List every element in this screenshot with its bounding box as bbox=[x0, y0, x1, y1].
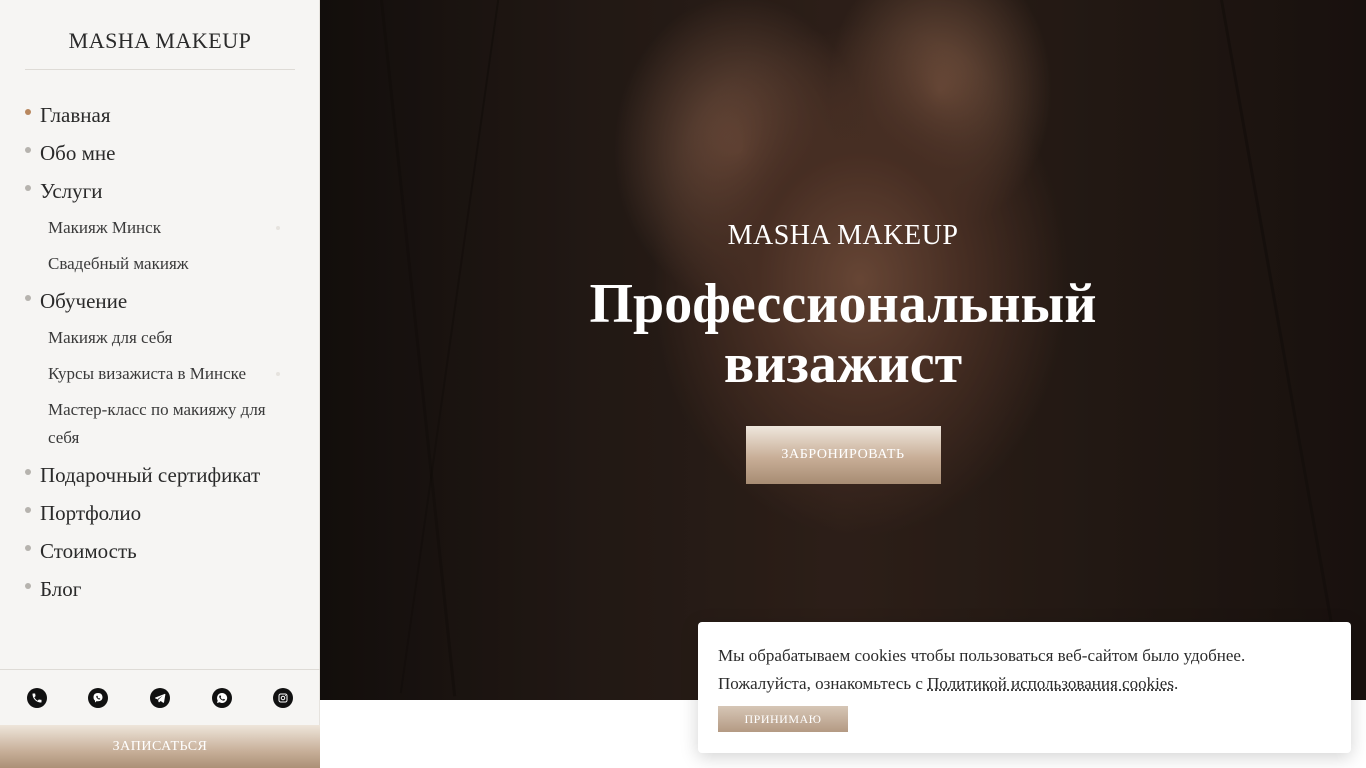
nav-item-label: Блог bbox=[40, 577, 82, 601]
hero-content: MASHA MAKEUP Профессиональный визажист З… bbox=[320, 218, 1366, 484]
bullet-icon bbox=[25, 507, 31, 513]
bullet-icon bbox=[25, 583, 31, 589]
subnav-item-makeup-minsk[interactable]: Макияж Минск bbox=[0, 210, 320, 246]
nav-item-label: Стоимость bbox=[40, 539, 137, 563]
nav-item-blog[interactable]: Блог bbox=[0, 570, 320, 608]
sidebar-nav: Главная Обо мне Услуги Макияж Минск Свад… bbox=[0, 96, 320, 608]
subnav-item-makeup-courses[interactable]: Курсы визажиста в Минске bbox=[0, 356, 320, 392]
accept-cookies-button[interactable]: ПРИНИМАЮ bbox=[718, 706, 848, 732]
nav-item-about[interactable]: Обо мне bbox=[0, 134, 320, 172]
nav-item-services[interactable]: Услуги bbox=[0, 172, 320, 210]
subnav-item-label: Мастер-класс по макияжу для себя bbox=[48, 400, 266, 447]
hero-title-line-1: Профессиональный bbox=[589, 273, 1097, 335]
instagram-icon[interactable] bbox=[273, 687, 294, 708]
nav-item-label: Обо мне bbox=[40, 141, 116, 165]
sidebar: MASHA MAKEUP Главная Обо мне Услуги Маки… bbox=[0, 0, 320, 768]
phone-icon[interactable] bbox=[26, 687, 47, 708]
subnav-item-label: Курсы визажиста в Минске bbox=[48, 364, 246, 383]
nav-item-label: Портфолио bbox=[40, 501, 142, 525]
book-appointment-button[interactable]: ЗАПИСАТЬСЯ bbox=[0, 725, 320, 768]
cookie-text-line-1: Мы обрабатываем cookies чтобы пользовать… bbox=[718, 646, 1246, 665]
nav-item-label: Услуги bbox=[40, 179, 103, 203]
bullet-icon bbox=[25, 295, 31, 301]
cookie-banner: Мы обрабатываем cookies чтобы пользовать… bbox=[698, 622, 1351, 753]
submenu-dot-icon bbox=[276, 372, 280, 376]
nav-item-label: Главная bbox=[40, 103, 111, 127]
nav-item-training[interactable]: Обучение bbox=[0, 282, 320, 320]
submenu-dot-icon bbox=[276, 226, 280, 230]
cookie-text-suffix: . bbox=[1173, 674, 1179, 693]
hero-brand: MASHA MAKEUP bbox=[727, 220, 959, 251]
viber-icon[interactable] bbox=[88, 687, 109, 708]
telegram-icon[interactable] bbox=[149, 687, 170, 708]
social-bar bbox=[0, 669, 320, 725]
cookie-policy-link[interactable]: Политикой использования cookies bbox=[927, 674, 1174, 693]
hero-title-line-2: визажист bbox=[723, 333, 963, 395]
nav-item-label: Подарочный сертификат bbox=[40, 463, 261, 487]
cookie-text-prefix: Пожалуйста, ознакомьтесь с bbox=[718, 674, 928, 693]
subnav-item-wedding-makeup[interactable]: Свадебный макияж bbox=[0, 246, 320, 282]
subnav-item-masterclass[interactable]: Мастер-класс по макияжу для себя bbox=[0, 392, 320, 456]
subnav-item-label: Макияж Минск bbox=[48, 218, 161, 237]
hero-section: MASHA MAKEUP Профессиональный визажист З… bbox=[320, 0, 1366, 700]
bullet-icon bbox=[25, 545, 31, 551]
sidebar-brand[interactable]: MASHA MAKEUP bbox=[25, 28, 295, 70]
cookie-text: Мы обрабатываем cookies чтобы пользовать… bbox=[718, 642, 1331, 698]
nav-item-label: Обучение bbox=[40, 289, 128, 313]
nav-item-portfolio[interactable]: Портфолио bbox=[0, 494, 320, 532]
whatsapp-icon[interactable] bbox=[211, 687, 232, 708]
nav-item-home[interactable]: Главная bbox=[0, 96, 320, 134]
cookie-text-line-2: Пожалуйста, ознакомьтесь с Политикой исп… bbox=[718, 670, 1331, 698]
hero-title: Профессиональный визажист bbox=[320, 274, 1366, 394]
book-button[interactable]: ЗАБРОНИРОВАТЬ bbox=[745, 426, 941, 484]
subnav-item-makeup-for-self[interactable]: Макияж для себя bbox=[0, 320, 320, 356]
subnav-item-label: Макияж для себя bbox=[48, 328, 173, 347]
nav-item-gift-certificate[interactable]: Подарочный сертификат bbox=[0, 456, 320, 494]
bullet-icon bbox=[25, 469, 31, 475]
bullet-icon bbox=[25, 185, 31, 191]
nav-item-prices[interactable]: Стоимость bbox=[0, 532, 320, 570]
active-bullet-icon bbox=[25, 109, 31, 115]
bullet-icon bbox=[25, 147, 31, 153]
subnav-item-label: Свадебный макияж bbox=[48, 254, 189, 273]
